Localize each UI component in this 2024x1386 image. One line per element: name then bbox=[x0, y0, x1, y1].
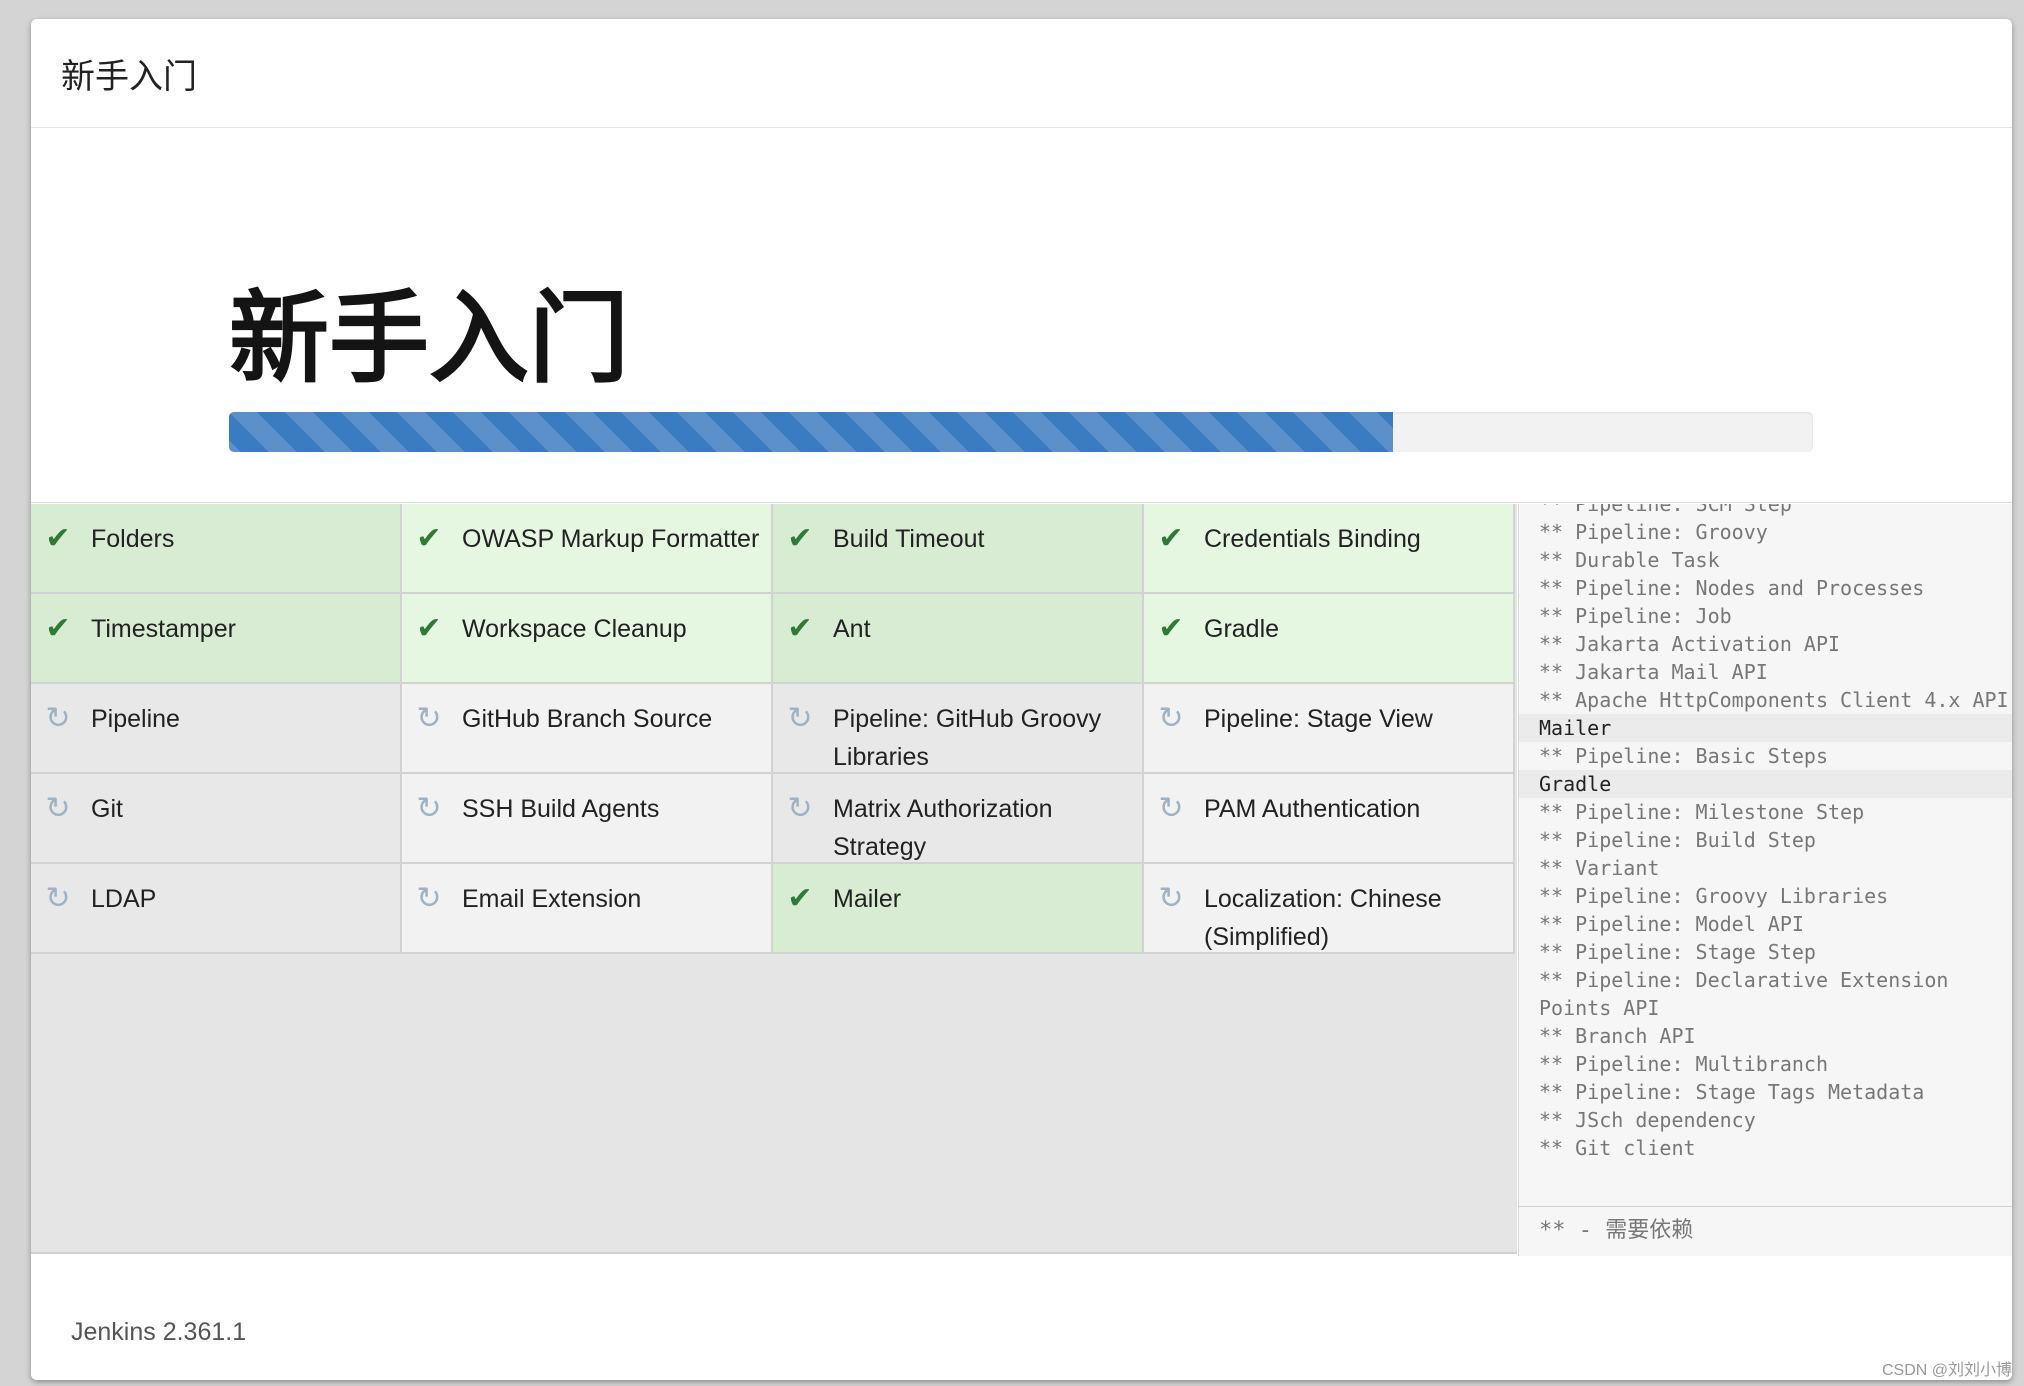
plugin-label: Credentials Binding bbox=[1204, 525, 1421, 553]
refresh-icon: ↻ bbox=[1158, 882, 1184, 915]
log-dependency-line: ** Pipeline: Groovy Libraries bbox=[1539, 884, 1889, 908]
plugin-item: ↻ SSH Build Agents bbox=[402, 774, 773, 864]
log-dependency-line: ** Pipeline: Multibranch bbox=[1539, 1052, 1828, 1076]
refresh-icon: ↻ bbox=[1158, 702, 1184, 735]
setup-wizard-dialog: 新手入门 新手入门 ✔ Folders ✔ OWASP Markup Formatte… bbox=[31, 19, 2012, 1380]
install-progress bbox=[229, 412, 1813, 452]
log-dependency-line: ** Pipeline: Declarative Extension Point… bbox=[1539, 968, 1961, 1020]
hero-section: 新手入门 bbox=[31, 129, 2012, 503]
plugin-item: ✔ Folders bbox=[31, 504, 402, 594]
log-dependency-line: ** Apache HttpComponents Client 4.x API bbox=[1539, 688, 2009, 712]
plugin-label: Gradle bbox=[1204, 615, 1280, 643]
plugin-label: Workspace Cleanup bbox=[462, 615, 687, 643]
plugin-label: Folders bbox=[91, 525, 175, 553]
refresh-icon: ↻ bbox=[416, 882, 442, 915]
plugin-grid-area: ✔ Folders ✔ OWASP Markup Formatter ✔ Build Ti… bbox=[31, 504, 1517, 1254]
plugin-label: Git bbox=[91, 795, 123, 823]
plugin-label: LDAP bbox=[91, 885, 157, 913]
plugin-label: Pipeline: Stage View bbox=[1204, 705, 1433, 733]
plugin-item: ✔ Timestamper bbox=[31, 594, 402, 684]
page-title: 新手入门 bbox=[229, 280, 629, 397]
check-icon: ✔ bbox=[416, 522, 442, 555]
plugin-label: Build Timeout bbox=[833, 525, 985, 553]
check-icon: ✔ bbox=[1158, 522, 1184, 555]
dialog-header: 新手入门 bbox=[31, 19, 2012, 128]
plugin-label: OWASP Markup Formatter bbox=[462, 525, 760, 553]
log-plugin-line: Gradle bbox=[1519, 770, 2012, 798]
plugin-label: Localization: Chinese (Simplified) bbox=[1204, 885, 1442, 951]
check-icon: ✔ bbox=[787, 612, 813, 645]
dependency-legend: ** - 需要依赖 bbox=[1518, 1206, 2012, 1256]
plugin-item: ↻ PAM Authentication bbox=[1144, 774, 1515, 864]
refresh-icon: ↻ bbox=[45, 702, 71, 735]
plugin-label: Timestamper bbox=[91, 615, 236, 643]
plugin-item: ✔ Mailer bbox=[773, 864, 1144, 954]
plugin-item: ✔ Ant bbox=[773, 594, 1144, 684]
refresh-icon: ↻ bbox=[416, 702, 442, 735]
log-dependency-line: ** Variant bbox=[1539, 856, 1660, 880]
plugin-label: Pipeline: GitHub Groovy Libraries bbox=[833, 705, 1102, 771]
install-log[interactable]: ** Pipeline: SCM Step ** Pipeline: Groovy… bbox=[1518, 504, 2012, 1206]
dialog-title: 新手入门 bbox=[61, 56, 197, 97]
install-progress-bar bbox=[229, 412, 1394, 452]
plugin-item: ✔ OWASP Markup Formatter bbox=[402, 504, 773, 594]
refresh-icon: ↻ bbox=[416, 792, 442, 825]
plugin-item: ↻ Matrix Authorization Strategy bbox=[773, 774, 1144, 864]
plugin-label: PAM Authentication bbox=[1204, 795, 1421, 823]
log-dependency-line: ** Branch API bbox=[1539, 1024, 1696, 1048]
check-icon: ✔ bbox=[45, 522, 71, 555]
plugin-grid: ✔ Folders ✔ OWASP Markup Formatter ✔ Build Ti… bbox=[31, 504, 1517, 954]
refresh-icon: ↻ bbox=[45, 792, 71, 825]
plugin-item: ✔ Build Timeout bbox=[773, 504, 1144, 594]
plugin-label: Matrix Authorization Strategy bbox=[833, 795, 1053, 861]
version-label: Jenkins 2.361.1 bbox=[71, 1318, 247, 1346]
plugin-label: SSH Build Agents bbox=[462, 795, 660, 823]
plugin-item: ↻ GitHub Branch Source bbox=[402, 684, 773, 774]
log-dependency-line: ** Pipeline: SCM Step bbox=[1539, 504, 1792, 516]
plugin-label: GitHub Branch Source bbox=[462, 705, 713, 733]
log-dependency-line: ** Pipeline: Nodes and Processes bbox=[1539, 576, 1925, 600]
plugin-item: ↻ Email Extension bbox=[402, 864, 773, 954]
log-dependency-line: ** Pipeline: Build Step bbox=[1539, 828, 1816, 852]
log-dependency-line: ** Pipeline: Groovy bbox=[1539, 520, 1768, 544]
watermark: CSDN @刘刘小博 bbox=[1881, 1362, 2012, 1379]
log-dependency-line: ** Durable Task bbox=[1539, 548, 1720, 572]
check-icon: ✔ bbox=[416, 612, 442, 645]
plugin-label: Ant bbox=[833, 615, 871, 643]
check-icon: ✔ bbox=[1158, 612, 1184, 645]
log-dependency-line: ** Pipeline: Basic Steps bbox=[1539, 744, 1828, 768]
plugin-item: ↻ Git bbox=[31, 774, 402, 864]
install-log-content: ** Pipeline: SCM Step ** Pipeline: Groovy… bbox=[1519, 504, 2012, 1162]
plugin-item: ✔ Credentials Binding bbox=[1144, 504, 1515, 594]
plugin-item: ↻ Pipeline: GitHub Groovy Libraries bbox=[773, 684, 1144, 774]
refresh-icon: ↻ bbox=[787, 702, 813, 735]
check-icon: ✔ bbox=[787, 522, 813, 555]
log-dependency-line: ** Pipeline: Stage Tags Metadata bbox=[1539, 1080, 1925, 1104]
log-dependency-line: ** JSch dependency bbox=[1539, 1108, 1756, 1132]
plugin-label: Pipeline bbox=[91, 705, 180, 733]
log-dependency-line: ** Pipeline: Milestone Step bbox=[1539, 800, 1865, 824]
log-dependency-line: ** Git client bbox=[1539, 1136, 1696, 1160]
refresh-icon: ↻ bbox=[787, 792, 813, 825]
check-icon: ✔ bbox=[787, 882, 813, 915]
log-dependency-line: ** Jakarta Activation API bbox=[1539, 632, 1841, 656]
plugin-item: ↻ LDAP bbox=[31, 864, 402, 954]
plugin-item: ↻ Localization: Chinese (Simplified) bbox=[1144, 864, 1515, 954]
plugin-item: ↻ Pipeline: Stage View bbox=[1144, 684, 1515, 774]
log-dependency-line: ** Pipeline: Model API bbox=[1539, 912, 1804, 936]
log-dependency-line: ** Pipeline: Stage Step bbox=[1539, 940, 1816, 964]
refresh-icon: ↻ bbox=[45, 882, 71, 915]
footer: Jenkins 2.361.1 bbox=[31, 1256, 2012, 1380]
plugin-label: Mailer bbox=[833, 885, 902, 913]
plugin-item: ✔ Gradle bbox=[1144, 594, 1515, 684]
log-plugin-line: Mailer bbox=[1519, 714, 2012, 742]
plugin-item: ✔ Workspace Cleanup bbox=[402, 594, 773, 684]
plugin-label: Email Extension bbox=[462, 885, 642, 913]
check-icon: ✔ bbox=[45, 612, 71, 645]
log-dependency-line: ** Pipeline: Job bbox=[1539, 604, 1732, 628]
plugin-item: ↻ Pipeline bbox=[31, 684, 402, 774]
log-dependency-line: ** Jakarta Mail API bbox=[1539, 660, 1768, 684]
refresh-icon: ↻ bbox=[1158, 792, 1184, 825]
